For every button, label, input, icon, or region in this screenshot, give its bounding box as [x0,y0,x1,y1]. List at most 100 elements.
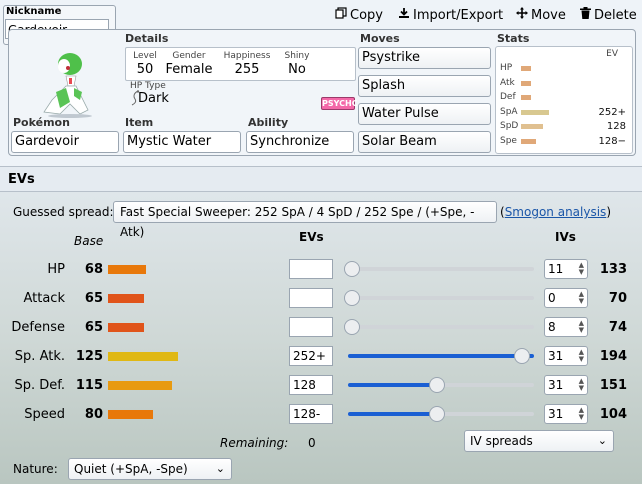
shiny-field: Shiny No [280,51,314,77]
ev-slider-thumb[interactable] [429,377,445,393]
item-label: Item [125,116,154,129]
ev-slider-fill [348,412,441,416]
stat-summary-name: Atk [500,77,515,88]
ev-input[interactable]: 128 [289,375,333,395]
nature-select[interactable]: Quiet (+SpA, -Spe) ⌄ [68,458,232,480]
chevron-down-icon: ⌄ [215,462,225,475]
ev-base-value: 125 [75,349,103,364]
stat-summary-ev: 128− [598,135,626,147]
stat-summary-name: HP [500,63,513,73]
iv-input[interactable]: 31 ▲ ▼ [544,346,588,366]
iv-value: 11 [548,262,564,276]
stat-summary-name: Def [500,92,516,102]
ev-slider-thumb[interactable] [344,290,360,306]
ev-input[interactable]: 252+ [289,346,333,366]
moves-heading: Moves [360,32,400,45]
iv-spreads-select[interactable]: IV spreads ⌄ [464,430,614,452]
stat-total: 194 [599,349,627,364]
ev-input[interactable]: 128- [289,404,333,424]
ev-base-value: 65 [84,320,103,335]
evs-column-header: EVs [299,230,324,244]
ev-slider-thumb[interactable] [344,319,360,335]
spinner-arrows-icon[interactable]: ▲ ▼ [579,407,584,421]
ev-input[interactable] [289,288,333,308]
spinner-arrows-icon[interactable]: ▲ ▼ [579,262,584,276]
happiness-field: Happiness 255 [217,51,277,77]
ev-input[interactable] [289,259,333,279]
move-slot-2[interactable]: Splash [358,75,491,97]
ev-input[interactable] [289,317,333,337]
gender-field: Gender Female [164,51,214,77]
ev-slider-track[interactable] [348,325,534,329]
happiness-value: 255 [234,62,260,77]
ev-base-value: 115 [75,378,103,393]
iv-input[interactable]: 31 ▲ ▼ [544,375,588,395]
trash-icon [580,7,591,23]
stat-total: 70 [608,291,627,306]
iv-value: 0 [548,291,556,305]
iv-input[interactable]: 11 ▲ ▼ [544,259,588,279]
iv-input[interactable]: 31 ▲ ▼ [544,404,588,424]
move-button[interactable]: Move [516,7,566,23]
stat-summary-bar [521,95,531,100]
ev-base-bar [108,352,178,361]
chevron-down-icon: ⌄ [597,434,607,447]
spinner-arrows-icon[interactable]: ▲ ▼ [579,378,584,392]
base-column-header: Base [74,234,104,248]
iv-spreads-value: IV spreads [470,434,533,448]
ev-slider-thumb[interactable] [514,348,530,364]
guessed-spread-button[interactable]: Fast Special Sweeper: 252 SpA / 4 SpD / … [113,201,497,239]
delete-label: Delete [594,7,637,23]
ev-slider-track[interactable] [348,354,534,358]
guessed-spread-label: Guessed spread: [13,205,114,219]
copy-button[interactable]: Copy [335,7,383,23]
shiny-label: Shiny [284,51,310,61]
ev-base-bar [108,323,144,332]
gardevoir-sprite-icon [30,48,108,118]
ev-slider-thumb[interactable] [429,406,445,422]
ev-stat-label: HP [47,262,65,277]
stat-summary-ev: 252+ [598,106,626,118]
stat-summary-bar [521,109,549,115]
copy-icon [335,7,347,23]
smogon-analysis: (Smogon analysis) [500,205,611,219]
item-input[interactable]: Mystic Water [123,131,241,153]
iv-input[interactable]: 8 ▲ ▼ [544,317,588,337]
ev-base-value: 80 [84,407,103,422]
stat-summary-name: SpD [500,121,519,131]
iv-value: 31 [548,378,564,392]
import-export-button[interactable]: Import/Export [398,7,503,23]
level-label: Level [133,51,157,61]
ev-slider-track[interactable] [348,267,534,271]
stat-total: 74 [608,320,627,335]
iv-input[interactable]: 0 ▲ ▼ [544,288,588,308]
ev-stat-label: Attack [23,291,65,306]
ev-slider-thumb[interactable] [344,261,360,277]
stat-summary-bar [521,66,531,71]
stats-summary-button[interactable]: EV HP Atk Def SpA 252+ SpD 128 Spe 128− [495,46,633,154]
move-label: Move [531,7,566,23]
nickname-label: Nickname [6,6,62,17]
stat-summary-row: SpD 128 [496,121,632,133]
spinner-arrows-icon[interactable]: ▲ ▼ [579,320,584,334]
move-slot-3[interactable]: Water Pulse [358,103,491,125]
pokemon-label: Pokémon [13,116,70,129]
nature-value: Quiet (+SpA, -Spe) [74,462,188,476]
stat-summary-row: Atk [496,78,632,90]
ev-slider-track[interactable] [348,296,534,300]
iv-value: 31 [548,407,564,421]
move-slot-1[interactable]: Psystrike [358,47,491,69]
ivs-column-header: IVs [555,230,576,244]
pokemon-input[interactable]: Gardevoir [11,131,119,153]
level-field: Level 50 [128,51,162,77]
delete-button[interactable]: Delete [580,7,637,23]
spinner-arrows-icon[interactable]: ▲ ▼ [579,349,584,363]
smogon-analysis-link[interactable]: Smogon analysis [505,205,607,219]
hptype-select[interactable]: Dark [138,91,169,106]
move-slot-4[interactable]: Solar Beam [358,131,491,153]
ev-base-bar [108,381,172,390]
spinner-arrows-icon[interactable]: ▲ ▼ [579,291,584,305]
copy-label: Copy [350,7,383,23]
ability-input[interactable]: Synchronize [246,131,354,153]
stat-total: 151 [599,378,627,393]
